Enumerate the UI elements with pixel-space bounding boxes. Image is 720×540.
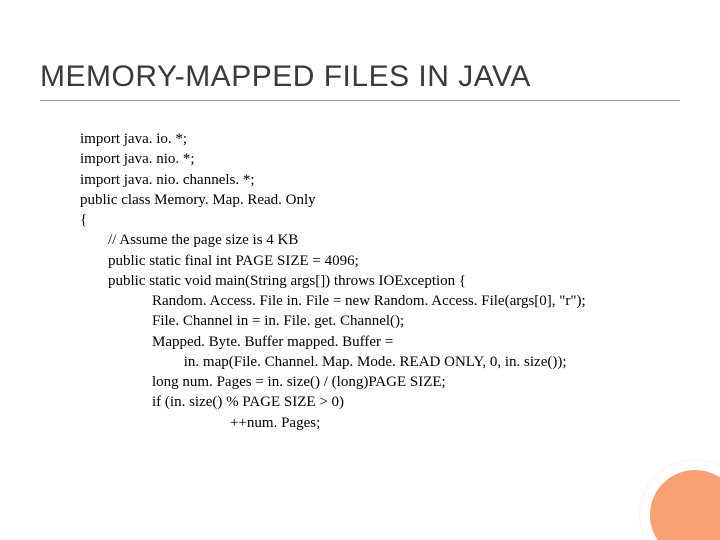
code-line: if (in. size() % PAGE SIZE > 0) — [80, 392, 680, 412]
code-line: in. map(File. Channel. Map. Mode. READ O… — [80, 352, 680, 372]
code-line: long num. Pages = in. size() / (long)PAG… — [80, 372, 680, 392]
code-line: import java. io. *; — [80, 129, 680, 149]
code-line: // Assume the page size is 4 KB — [80, 230, 680, 250]
code-line: Random. Access. File in. File = new Rand… — [80, 291, 680, 311]
slide: MEMORY-MAPPED FILES IN JAVA import java.… — [0, 0, 720, 540]
code-line: public static final int PAGE SIZE = 4096… — [80, 251, 680, 271]
code-line: public class Memory. Map. Read. Only — [80, 190, 680, 210]
code-block: import java. io. *; import java. nio. *;… — [40, 129, 680, 433]
code-line: import java. nio. channels. *; — [80, 170, 680, 190]
decorative-circle-icon — [640, 460, 720, 540]
code-line: { — [80, 210, 680, 230]
code-line: ++num. Pages; — [80, 413, 680, 433]
code-line: File. Channel in = in. File. get. Channe… — [80, 311, 680, 331]
slide-title: MEMORY-MAPPED FILES IN JAVA — [40, 60, 680, 101]
code-line: import java. nio. *; — [80, 149, 680, 169]
code-line: Mapped. Byte. Buffer mapped. Buffer = — [80, 332, 680, 352]
code-line: public static void main(String args[]) t… — [80, 271, 680, 291]
